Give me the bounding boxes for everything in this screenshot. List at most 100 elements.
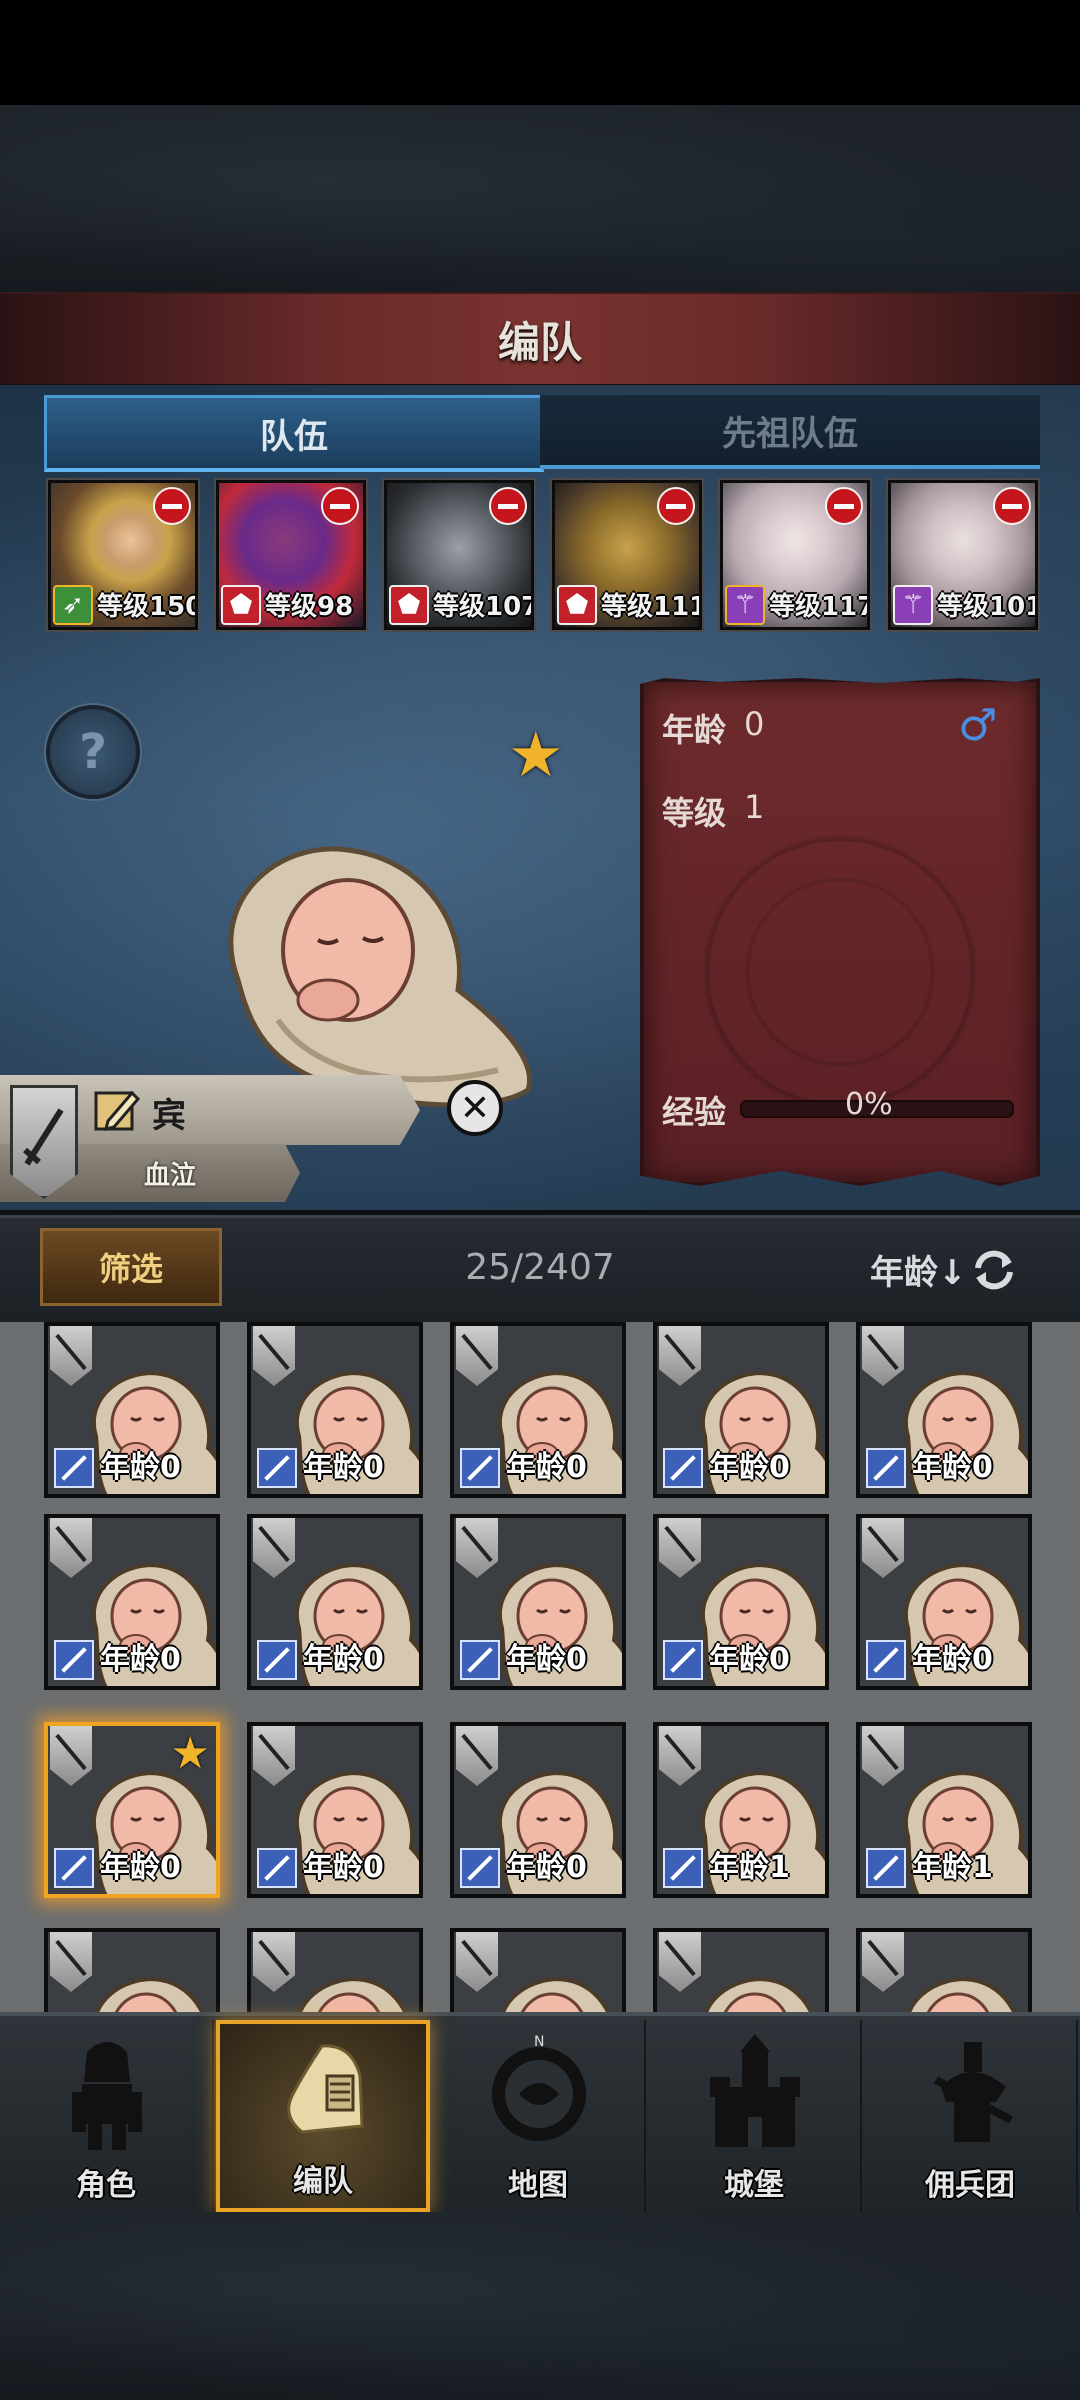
weapon-class-icon: [866, 1848, 906, 1888]
hero-level: 等级111: [601, 592, 702, 622]
remove-hero-icon[interactable]: [153, 487, 191, 525]
sort-button[interactable]: 年龄↓: [870, 1245, 967, 1294]
swaddled-baby-portrait: [228, 846, 532, 1108]
roster-unit-card[interactable]: 年龄0: [856, 1322, 1032, 1498]
roster-unit-card[interactable]: [653, 1928, 829, 2012]
team-hero-slot[interactable]: ⬟ 等级98: [216, 480, 366, 630]
compass-map-icon: N: [484, 2032, 594, 2152]
beast-icon: ⬟: [221, 585, 261, 625]
top-stone-background: [0, 105, 1080, 295]
filter-button[interactable]: 筛选: [40, 1228, 222, 1306]
staff-icon: ⚚: [893, 585, 933, 625]
bow-icon: ➶: [53, 585, 93, 625]
roster-unit-card[interactable]: [44, 1928, 220, 2012]
weapon-class-icon: [866, 1448, 906, 1488]
weapon-class-icon: [257, 1448, 297, 1488]
roster-unit-card[interactable]: [247, 1928, 423, 2012]
roster-unit-card[interactable]: 年龄0: [44, 1514, 220, 1690]
nav-compass-map[interactable]: N 地图: [432, 2020, 646, 2212]
remove-hero-icon[interactable]: [993, 487, 1031, 525]
nav-label: 地图: [508, 2168, 568, 2203]
weapon-class-icon: [460, 1448, 500, 1488]
unit-age: 年龄0: [506, 1450, 587, 1485]
weapon-class-icon: [663, 1848, 703, 1888]
roster-unit-card[interactable]: 年龄0: [450, 1322, 626, 1498]
nav-knight[interactable]: 角色: [0, 2020, 214, 2212]
roster-unit-card[interactable]: [450, 1928, 626, 2012]
weapon-class-icon: [460, 1848, 500, 1888]
roster-unit-card[interactable]: 年龄0: [247, 1322, 423, 1498]
mercenary-icon: [916, 2032, 1026, 2152]
remove-hero-icon[interactable]: [321, 487, 359, 525]
nav-mercenary[interactable]: 佣兵团: [864, 2020, 1078, 2212]
roster-unit-card[interactable]: 年龄1: [653, 1722, 829, 1898]
refresh-icon[interactable]: [966, 1242, 1022, 1298]
hero-level: 等级150: [97, 592, 198, 622]
nav-label: 角色: [76, 2168, 136, 2203]
remove-hero-icon[interactable]: [657, 487, 695, 525]
roster-unit-card[interactable]: 年龄0: [247, 1514, 423, 1690]
unit-age: 年龄0: [506, 1642, 587, 1677]
nav-castle[interactable]: 城堡: [648, 2020, 862, 2212]
team-hero-slot[interactable]: ➶ 等级150: [48, 480, 198, 630]
swaddled-baby-portrait: [76, 1962, 216, 2012]
unit-age: 年龄0: [709, 1642, 790, 1677]
nav-formation[interactable]: 编队: [216, 2020, 430, 2212]
unit-age: 年龄1: [709, 1850, 790, 1885]
team-hero-slot[interactable]: ⬟ 等级107: [384, 480, 534, 630]
favorite-star-icon[interactable]: ★: [508, 718, 564, 791]
knight-icon: [52, 2032, 162, 2152]
weapon-class-icon: [663, 1640, 703, 1680]
roster-unit-card[interactable]: 年龄0: [653, 1514, 829, 1690]
nav-label: 城堡: [724, 2168, 784, 2203]
page-title: 编队: [497, 317, 582, 367]
team-hero-slot[interactable]: ⚚ 等级117: [720, 480, 870, 630]
remove-hero-icon[interactable]: [489, 487, 527, 525]
staff-icon: ⚚: [725, 585, 765, 625]
weapon-class-icon: [257, 1640, 297, 1680]
unit-age: 年龄0: [100, 1450, 181, 1485]
roster-unit-card[interactable]: 年龄0: [450, 1722, 626, 1898]
roster-unit-card[interactable]: 年龄0: [247, 1722, 423, 1898]
edit-name-icon[interactable]: [92, 1085, 142, 1135]
help-button[interactable]: ?: [46, 705, 140, 799]
roster-unit-card[interactable]: 年龄0: [450, 1514, 626, 1690]
roster-count: 25/2407: [465, 1247, 615, 1288]
roster-unit-card[interactable]: 年龄0 ★: [44, 1722, 220, 1898]
bloodline-text: 血泣: [143, 1160, 196, 1191]
hero-level: 等级107: [433, 592, 534, 622]
hero-level: 等级101: [937, 592, 1038, 622]
weapon-class-icon: [460, 1640, 500, 1680]
remove-hero-icon[interactable]: [825, 487, 863, 525]
level-label: 等级: [662, 794, 727, 832]
roster-unit-card[interactable]: 年龄0: [856, 1514, 1032, 1690]
unit-age: 年龄0: [100, 1850, 181, 1885]
svg-text:N: N: [534, 2034, 544, 2050]
favorite-star-icon: ★: [170, 1728, 210, 1779]
team-hero-slot[interactable]: ⬟ 等级111: [552, 480, 702, 630]
level-value: 1: [744, 788, 765, 826]
age-value: 0: [744, 705, 765, 743]
swaddled-baby-portrait: [482, 1962, 622, 2012]
roster-unit-card[interactable]: [856, 1928, 1032, 2012]
team-hero-slot[interactable]: ⚚ 等级101: [888, 480, 1038, 630]
nav-label: 佣兵团: [925, 2168, 1015, 2203]
tab-team[interactable]: 队伍: [44, 395, 544, 472]
age-label: 年龄: [662, 711, 727, 749]
weapon-class-icon: [257, 1848, 297, 1888]
beast-icon: ⬟: [389, 585, 429, 625]
unit-age: 年龄0: [912, 1450, 993, 1485]
swaddled-baby-portrait: [279, 1962, 419, 2012]
beast-icon: ⬟: [557, 585, 597, 625]
tab-ancestor-team[interactable]: 先祖队伍: [540, 395, 1040, 469]
unit-age: 年龄0: [303, 1850, 384, 1885]
weapon-class-icon: [866, 1640, 906, 1680]
roster-unit-card[interactable]: 年龄1: [856, 1722, 1032, 1898]
weapon-class-icon: [54, 1848, 94, 1888]
unit-name: 宾: [152, 1096, 186, 1136]
roster-unit-card[interactable]: 年龄0: [653, 1322, 829, 1498]
exp-label: 经验: [662, 1093, 727, 1131]
remove-unit-button[interactable]: ✕: [447, 1080, 503, 1136]
hero-level: 等级98: [265, 592, 354, 622]
roster-unit-card[interactable]: 年龄0: [44, 1322, 220, 1498]
